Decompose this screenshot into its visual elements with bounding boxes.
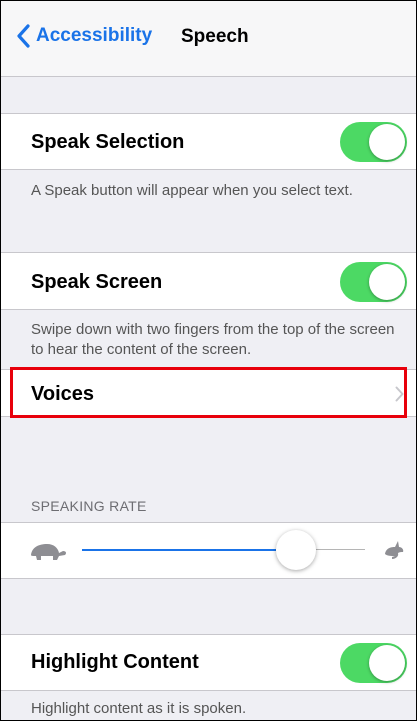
back-button[interactable]: Accessibility bbox=[16, 24, 152, 48]
voices-row[interactable]: Voices bbox=[0, 369, 417, 417]
speak-screen-label: Speak Screen bbox=[31, 271, 163, 293]
highlight-content-row: Highlight Content bbox=[0, 634, 417, 691]
speak-screen-row: Speak Screen bbox=[0, 252, 417, 310]
highlight-content-toggle[interactable] bbox=[340, 643, 407, 683]
slider-track-empty bbox=[316, 549, 365, 550]
highlight-content-footer: Highlight content as it is spoken. bbox=[31, 700, 247, 717]
speaking-rate-header: SPEAKING RATE bbox=[31, 498, 147, 514]
back-button-label: Accessibility bbox=[36, 25, 153, 46]
toggle-knob bbox=[369, 645, 405, 681]
speak-screen-toggle[interactable] bbox=[340, 262, 407, 302]
speak-selection-toggle[interactable] bbox=[340, 122, 407, 162]
chevron-left-icon bbox=[17, 24, 30, 48]
speak-selection-row: Speak Selection bbox=[0, 113, 417, 170]
speak-selection-footer: A Speak button will appear when you sele… bbox=[31, 182, 353, 199]
navigation-bar: Accessibility Speech bbox=[0, 0, 417, 77]
speaking-rate-row bbox=[0, 522, 417, 579]
page-title: Speech bbox=[181, 26, 249, 47]
highlight-content-label: Highlight Content bbox=[31, 651, 199, 673]
slider-thumb[interactable] bbox=[276, 530, 317, 570]
speaking-rate-slider[interactable] bbox=[82, 523, 365, 578]
slider-track-filled bbox=[82, 549, 277, 551]
chevron-right-icon bbox=[395, 386, 404, 402]
voices-label: Voices bbox=[31, 383, 94, 405]
screenshot-border bbox=[0, 0, 417, 721]
speak-screen-footer: Swipe down with two fingers from the top… bbox=[31, 321, 395, 358]
turtle-icon bbox=[31, 544, 67, 560]
toggle-knob bbox=[369, 264, 405, 300]
hare-icon bbox=[385, 541, 404, 559]
speak-selection-label: Speak Selection bbox=[31, 131, 185, 153]
toggle-knob bbox=[369, 124, 405, 160]
